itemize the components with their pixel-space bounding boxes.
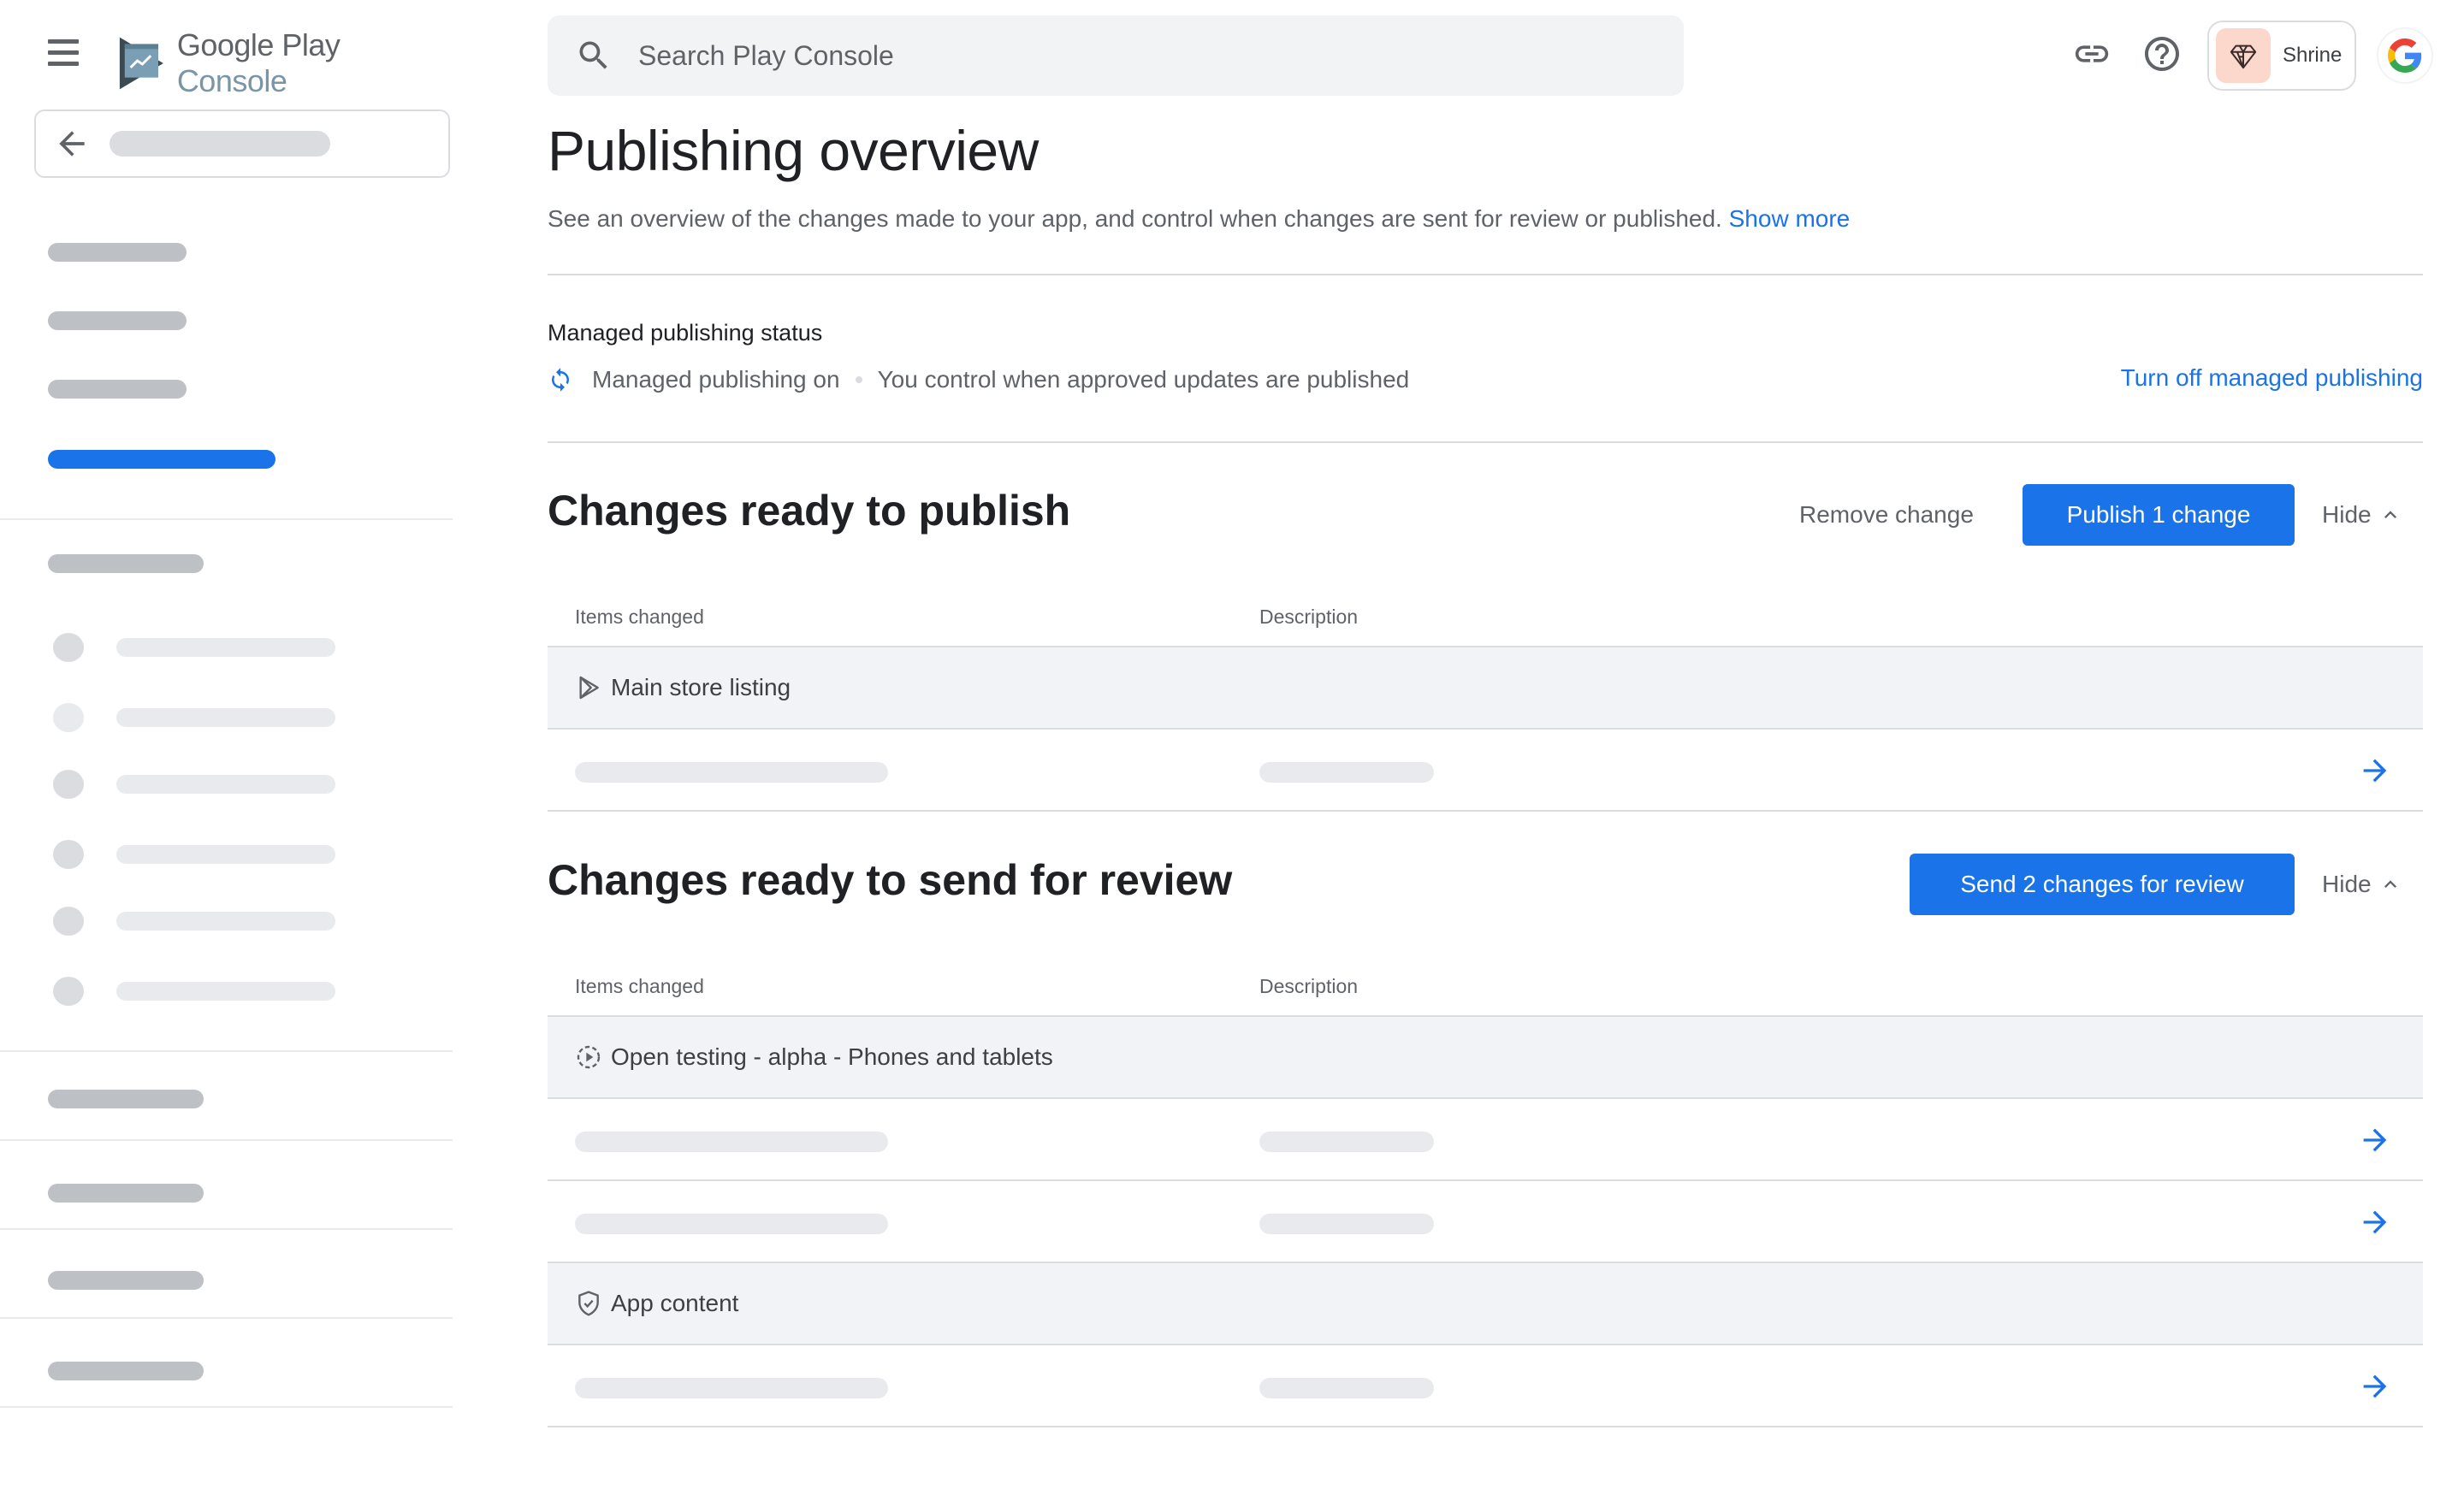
section-title: Changes ready to send for review <box>548 856 1233 904</box>
chevron-up-icon <box>2384 511 2396 518</box>
shrine-avatar <box>2216 28 2271 83</box>
nav-item-active-placeholder[interactable] <box>48 450 275 469</box>
nav-item-placeholder[interactable] <box>48 380 187 399</box>
chevron-up-icon <box>2384 880 2396 888</box>
item-placeholder <box>575 762 888 783</box>
nav-subitem-icon-placeholder <box>53 907 84 936</box>
arrow-forward-icon[interactable] <box>2358 754 2392 788</box>
nav-section-placeholder[interactable] <box>48 554 204 573</box>
google-g-icon <box>2388 38 2422 73</box>
sidebar-divider <box>0 1228 453 1230</box>
nav-subitem-icon-placeholder <box>53 633 84 662</box>
arrow-forward-icon[interactable] <box>2358 1369 2392 1404</box>
sidebar-divider <box>0 1050 453 1052</box>
table-group-row: Main store listing <box>548 647 2423 730</box>
nav-subitem-placeholder[interactable] <box>116 708 335 727</box>
app-name-placeholder <box>110 131 330 157</box>
link-icon[interactable] <box>2070 33 2113 75</box>
table-group-row: Open testing - alpha - Phones and tablet… <box>548 1017 2423 1099</box>
sidebar: Google Play Console <box>0 0 453 1507</box>
nav-subitem-placeholder[interactable] <box>116 638 335 657</box>
nav-section-placeholder[interactable] <box>48 1184 204 1203</box>
play-console-logo[interactable]: Google Play Console <box>116 27 453 99</box>
search-icon <box>579 41 607 69</box>
page-description-text: See an overview of the changes made to y… <box>548 205 1722 232</box>
nav-section-placeholder[interactable] <box>48 1271 204 1290</box>
item-placeholder <box>575 1132 888 1152</box>
column-header-items-changed: Items changed <box>575 975 704 997</box>
section-title: Changes ready to publish <box>548 487 1071 535</box>
table-row[interactable] <box>548 1099 2423 1181</box>
table-row[interactable] <box>548 730 2423 812</box>
send-for-review-button[interactable]: Send 2 changes for review <box>1910 854 2295 915</box>
column-header-items-changed: Items changed <box>575 606 704 628</box>
turn-off-managed-publishing-link[interactable]: Turn off managed publishing <box>2121 364 2423 392</box>
testing-track-icon <box>577 1045 601 1069</box>
managed-publishing-state: Managed publishing on <box>592 366 840 393</box>
account-switcher[interactable]: Shrine <box>2207 21 2356 91</box>
divider <box>548 441 2423 443</box>
group-label: Open testing - alpha - Phones and tablet… <box>611 1043 1053 1070</box>
hide-section-button[interactable]: Hide <box>2322 871 2402 898</box>
google-account-avatar[interactable] <box>2377 27 2433 84</box>
hide-label: Hide <box>2322 501 2372 528</box>
show-more-link[interactable]: Show more <box>1729 205 1851 232</box>
description-placeholder <box>1259 1214 1434 1234</box>
hide-label: Hide <box>2322 871 2372 897</box>
play-store-icon <box>579 676 599 700</box>
divider <box>548 274 2423 275</box>
page-title: Publishing overview <box>548 119 1039 182</box>
description-placeholder <box>1259 1132 1434 1152</box>
nav-subitem-icon-placeholder <box>53 977 84 1006</box>
sidebar-divider <box>0 1406 453 1408</box>
nav-section-placeholder[interactable] <box>48 1090 204 1108</box>
back-arrow-icon[interactable] <box>53 125 91 163</box>
table-row[interactable] <box>548 1181 2423 1263</box>
nav-item-placeholder[interactable] <box>48 311 187 330</box>
sidebar-divider <box>0 1317 453 1319</box>
sidebar-divider <box>0 1139 453 1141</box>
nav-subitem-placeholder[interactable] <box>116 845 335 864</box>
nav-subitem-icon-placeholder <box>53 840 84 869</box>
table-group-row: App content <box>548 1263 2423 1345</box>
column-header-description: Description <box>1259 606 1359 628</box>
nav-section-placeholder[interactable] <box>48 1362 204 1380</box>
remove-change-button[interactable]: Remove change <box>1799 501 1974 529</box>
nav-item-placeholder[interactable] <box>48 243 187 262</box>
help-icon[interactable] <box>2141 33 2183 75</box>
separator-dot <box>855 376 862 383</box>
logo-text: Google Play Console <box>176 27 341 98</box>
description-placeholder <box>1259 762 1434 783</box>
managed-publishing-title: Managed publishing status <box>548 320 823 346</box>
nav-subitem-placeholder[interactable] <box>116 912 335 931</box>
play-console-logo-icon <box>119 37 163 90</box>
search-bar[interactable] <box>548 15 1684 96</box>
sync-icon <box>552 368 569 392</box>
table-row[interactable] <box>548 1345 2423 1427</box>
group-label: Main store listing <box>611 674 791 700</box>
item-placeholder <box>575 1214 888 1234</box>
description-placeholder <box>1259 1378 1434 1398</box>
item-placeholder <box>575 1378 888 1398</box>
search-input[interactable] <box>638 39 1579 72</box>
arrow-forward-icon[interactable] <box>2358 1205 2392 1239</box>
nav-subitem-icon-placeholder <box>53 703 84 732</box>
arrow-forward-icon[interactable] <box>2358 1123 2392 1157</box>
publish-changes-button[interactable]: Publish 1 change <box>2023 484 2295 546</box>
diamond-icon <box>2230 44 2257 69</box>
app-picker[interactable] <box>34 109 450 178</box>
shield-check-icon <box>578 1291 599 1316</box>
hide-section-button[interactable]: Hide <box>2322 501 2402 529</box>
page-description: See an overview of the changes made to y… <box>548 205 1850 233</box>
menu-icon[interactable] <box>48 39 89 70</box>
account-name: Shrine <box>2283 44 2343 67</box>
nav-subitem-placeholder[interactable] <box>116 775 335 794</box>
group-label: App content <box>611 1290 739 1316</box>
nav-subitem-placeholder[interactable] <box>116 982 335 1001</box>
managed-publishing-detail: You control when approved updates are pu… <box>877 366 1410 393</box>
sidebar-divider <box>0 518 453 520</box>
nav-subitem-icon-placeholder <box>53 770 84 799</box>
managed-publishing-status: Managed publishing on You control when a… <box>548 366 1409 393</box>
column-header-description: Description <box>1259 975 1359 997</box>
